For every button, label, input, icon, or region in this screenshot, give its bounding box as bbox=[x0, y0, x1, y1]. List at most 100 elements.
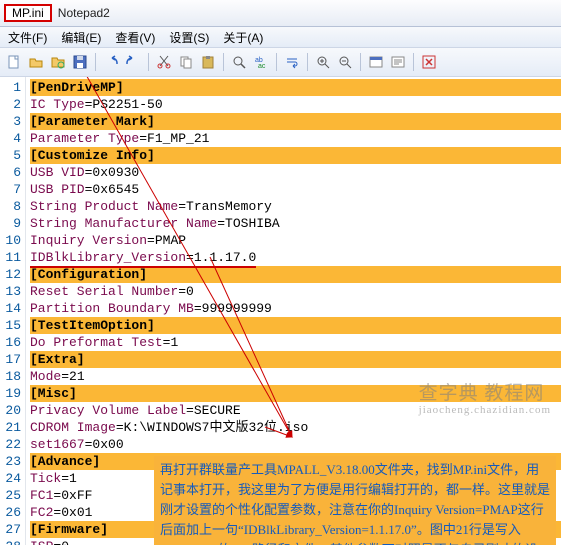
ini-key: Do Preformat Test bbox=[30, 335, 163, 350]
redo-icon[interactable] bbox=[123, 52, 143, 72]
ini-key: FC1 bbox=[30, 488, 53, 503]
line-number: 2 bbox=[0, 96, 21, 113]
line-number: 23 bbox=[0, 453, 21, 470]
ini-key: String Manufacturer Name bbox=[30, 216, 217, 231]
ini-key: Partition Boundary MB bbox=[30, 301, 194, 316]
code-line[interactable]: String Manufacturer Name=TOSHIBA bbox=[30, 215, 561, 232]
section-header: [Misc] bbox=[30, 386, 77, 401]
find-icon[interactable] bbox=[229, 52, 249, 72]
ini-value: 0xFF bbox=[61, 488, 92, 503]
ini-key: ISP bbox=[30, 539, 53, 545]
line-number-gutter: 1234567891011121314151617181920212223242… bbox=[0, 77, 26, 545]
copy-icon[interactable] bbox=[176, 52, 196, 72]
section-header: [Parameter Mark] bbox=[30, 114, 155, 129]
equals-sign: = bbox=[116, 420, 124, 435]
ini-key: Reset Serial Number bbox=[30, 284, 178, 299]
ini-value: F1_MP_21 bbox=[147, 131, 209, 146]
menu-about[interactable]: 关于(A) bbox=[223, 29, 263, 46]
ini-key: Parameter Type bbox=[30, 131, 139, 146]
section-header: [Customize Info] bbox=[30, 148, 155, 163]
undo-icon[interactable] bbox=[101, 52, 121, 72]
section-header: [Advance] bbox=[30, 454, 100, 469]
menu-settings[interactable]: 设置(S) bbox=[169, 29, 209, 46]
line-number: 11 bbox=[0, 249, 21, 266]
toolbar-separator bbox=[95, 53, 96, 71]
code-line[interactable]: CDROM Image=K:\WINDOWS7中文版32位.iso bbox=[30, 419, 561, 436]
cut-icon[interactable] bbox=[154, 52, 174, 72]
line-number: 10 bbox=[0, 232, 21, 249]
replace-icon[interactable]: abac bbox=[251, 52, 271, 72]
ini-value: 1.1.17.0 bbox=[194, 250, 256, 265]
menu-bar: 文件(F) 编辑(E) 查看(V) 设置(S) 关于(A) bbox=[0, 27, 561, 48]
code-line[interactable]: Do Preformat Test=1 bbox=[30, 334, 561, 351]
code-line[interactable]: [TestItemOption] bbox=[30, 317, 561, 334]
code-line[interactable]: IC Type=PS2251-50 bbox=[30, 96, 561, 113]
save-icon[interactable] bbox=[70, 52, 90, 72]
code-line[interactable]: Reset Serial Number=0 bbox=[30, 283, 561, 300]
equals-sign: = bbox=[139, 131, 147, 146]
line-number: 22 bbox=[0, 436, 21, 453]
open-file-icon[interactable] bbox=[26, 52, 46, 72]
section-header: [Configuration] bbox=[30, 267, 147, 282]
code-line[interactable]: [Customize Info] bbox=[30, 147, 561, 164]
ini-key: FC2 bbox=[30, 505, 53, 520]
line-number: 21 bbox=[0, 419, 21, 436]
equals-sign: = bbox=[217, 216, 225, 231]
line-number: 25 bbox=[0, 487, 21, 504]
wordwrap-icon[interactable] bbox=[282, 52, 302, 72]
view-scheme-icon[interactable] bbox=[366, 52, 386, 72]
section-header: [PenDriveMP] bbox=[30, 80, 124, 95]
menu-edit[interactable]: 编辑(E) bbox=[61, 29, 101, 46]
line-number: 13 bbox=[0, 283, 21, 300]
code-line[interactable]: Parameter Type=F1_MP_21 bbox=[30, 130, 561, 147]
settings-icon[interactable] bbox=[388, 52, 408, 72]
ini-value: 0x00 bbox=[92, 437, 123, 452]
ini-key: Privacy Volume Label bbox=[30, 403, 186, 418]
zoom-out-icon[interactable] bbox=[335, 52, 355, 72]
ini-key: Mode bbox=[30, 369, 61, 384]
code-line[interactable]: Inquiry Version=PMAP bbox=[30, 232, 561, 249]
code-line[interactable]: USB PID=0x6545 bbox=[30, 181, 561, 198]
ini-value: 0x6545 bbox=[92, 182, 139, 197]
section-header: [Firmware] bbox=[30, 522, 108, 537]
ini-value: 0 bbox=[61, 539, 69, 545]
toolbar-separator bbox=[276, 53, 277, 71]
ini-key: USB VID bbox=[30, 165, 85, 180]
ini-value: 1 bbox=[69, 471, 77, 486]
code-line[interactable]: USB VID=0x0930 bbox=[30, 164, 561, 181]
code-line[interactable]: [Configuration] bbox=[30, 266, 561, 283]
line-number: 3 bbox=[0, 113, 21, 130]
line-number: 16 bbox=[0, 334, 21, 351]
ini-value: TransMemory bbox=[186, 199, 272, 214]
code-line[interactable]: Mode=21 bbox=[30, 368, 561, 385]
code-line[interactable]: String Product Name=TransMemory bbox=[30, 198, 561, 215]
line-number: 6 bbox=[0, 164, 21, 181]
zoom-in-icon[interactable] bbox=[313, 52, 333, 72]
ini-key: Tick bbox=[30, 471, 61, 486]
code-line[interactable]: Privacy Volume Label=SECURE bbox=[30, 402, 561, 419]
toolbar-separator bbox=[413, 53, 414, 71]
section-header: [TestItemOption] bbox=[30, 318, 155, 333]
ini-value: 0x0930 bbox=[92, 165, 139, 180]
menu-file[interactable]: 文件(F) bbox=[8, 29, 47, 46]
ini-key: IDBlkLibrary_Version bbox=[30, 250, 186, 265]
editor-area[interactable]: 1234567891011121314151617181920212223242… bbox=[0, 77, 561, 545]
new-file-icon[interactable] bbox=[4, 52, 24, 72]
code-line[interactable]: IDBlkLibrary_Version=1.1.17.0 bbox=[30, 249, 561, 266]
menu-view[interactable]: 查看(V) bbox=[115, 29, 155, 46]
line-number: 27 bbox=[0, 521, 21, 538]
paste-icon[interactable] bbox=[198, 52, 218, 72]
ini-key: IC Type bbox=[30, 97, 85, 112]
line-number: 18 bbox=[0, 368, 21, 385]
code-line[interactable]: [Parameter Mark] bbox=[30, 113, 561, 130]
code-line[interactable]: set1667=0x00 bbox=[30, 436, 561, 453]
line-number: 24 bbox=[0, 470, 21, 487]
line-number: 8 bbox=[0, 198, 21, 215]
line-number: 28 bbox=[0, 538, 21, 545]
code-line[interactable]: [Extra] bbox=[30, 351, 561, 368]
exit-icon[interactable] bbox=[419, 52, 439, 72]
browse-icon[interactable] bbox=[48, 52, 68, 72]
code-line[interactable]: Partition Boundary MB=999999999 bbox=[30, 300, 561, 317]
code-line[interactable]: [Misc] bbox=[30, 385, 561, 402]
code-line[interactable]: [PenDriveMP] bbox=[30, 79, 561, 96]
